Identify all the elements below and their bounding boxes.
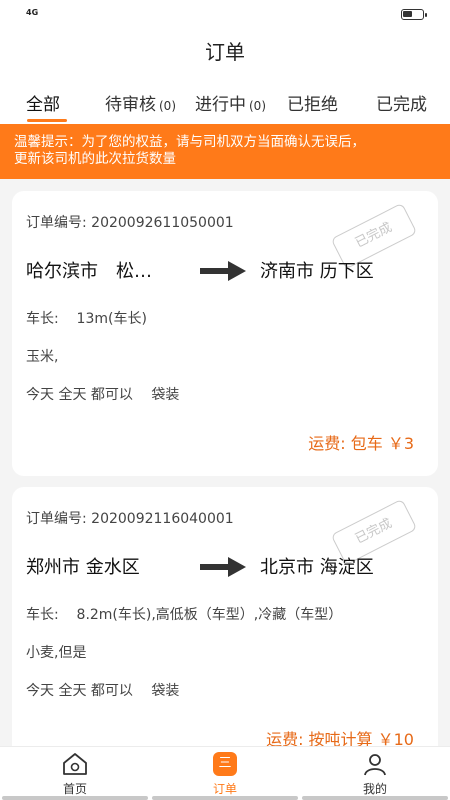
route: 郑州市 金水区 北京市 海淀区 bbox=[26, 553, 426, 579]
network-indicator: 4G bbox=[26, 8, 39, 17]
order-card[interactable]: 订单编号: 2020092116040001 已完成 郑州市 金水区 北京市 海… bbox=[12, 487, 438, 746]
user-icon bbox=[330, 752, 420, 776]
order-card[interactable]: 订单编号: 2020092611050001 已完成 哈尔滨市 松… 济南市 历… bbox=[12, 191, 438, 476]
nav-home[interactable]: 首页 bbox=[30, 752, 120, 797]
order-number-label: 订单编号: bbox=[26, 215, 87, 231]
battery-icon bbox=[401, 9, 427, 20]
nav-home-label: 首页 bbox=[62, 782, 87, 796]
vehicle-length-label: 车长: bbox=[26, 607, 59, 623]
tab-label: 待审核 bbox=[105, 95, 156, 115]
vehicle-length: 车长: 13m(车长) bbox=[26, 308, 147, 328]
tab-label: 全部 bbox=[26, 95, 60, 115]
nav-mine-label: 我的 bbox=[362, 782, 387, 796]
loading-time: 今天 全天 都可以 袋装 bbox=[26, 683, 180, 699]
home-icon bbox=[30, 752, 120, 776]
tab-all[interactable]: 全部 bbox=[26, 90, 60, 115]
notice-banner: 温馨提示：为了您的权益，请与司机双方当面确认无误后， 更新该司机的此次拉货数量 bbox=[0, 124, 450, 179]
destination: 济南市 历下区 bbox=[260, 261, 374, 282]
orders-icon-wrap: 三 bbox=[180, 752, 270, 776]
vehicle-length-value: 13m(车长) bbox=[76, 311, 147, 327]
freight-fee: 运费: 按吨计算 ￥10 bbox=[266, 730, 414, 746]
goods-name: 玉米, bbox=[26, 349, 59, 365]
origin: 哈尔滨市 松… bbox=[26, 261, 152, 282]
tab-label: 已拒绝 bbox=[287, 95, 338, 115]
tab-label: 已完成 bbox=[376, 95, 427, 115]
gesture-bar bbox=[2, 796, 148, 800]
nav-orders[interactable]: 三 订单 bbox=[180, 752, 270, 797]
order-status-tabs: 全部 待审核 (0) 进行中 (0) 已拒绝 已完成 bbox=[0, 78, 450, 124]
gesture-bar bbox=[152, 796, 298, 800]
order-list: 订单编号: 2020092611050001 已完成 哈尔滨市 松… 济南市 历… bbox=[0, 179, 450, 746]
destination: 北京市 海淀区 bbox=[260, 557, 374, 578]
order-number: 订单编号: 2020092611050001 bbox=[26, 212, 234, 232]
status-bar: 4G bbox=[0, 0, 450, 28]
page-title: 订单 bbox=[205, 40, 245, 64]
gesture-bar bbox=[302, 796, 448, 800]
tab-label: 进行中 bbox=[195, 95, 246, 115]
order-number-label: 订单编号: bbox=[26, 511, 87, 527]
nav-orders-label: 订单 bbox=[212, 782, 237, 796]
freight-fee: 运费: 包车 ￥3 bbox=[308, 434, 414, 453]
tab-count: (0) bbox=[249, 99, 266, 113]
orders-icon: 三 bbox=[213, 752, 237, 776]
vehicle-length-value: 8.2m(车长),高低板（车型）,冷藏（车型） bbox=[76, 607, 343, 623]
notice-line: 更新该司机的此次拉货数量 bbox=[14, 151, 176, 167]
tab-in-progress[interactable]: 进行中 (0) bbox=[195, 90, 266, 115]
nav-mine[interactable]: 我的 bbox=[330, 752, 420, 797]
tab-completed[interactable]: 已完成 bbox=[376, 90, 427, 115]
tab-pending-review[interactable]: 待审核 (0) bbox=[105, 90, 176, 115]
order-number-value: 2020092611050001 bbox=[91, 215, 234, 231]
order-number: 订单编号: 2020092116040001 bbox=[26, 508, 234, 528]
arrow-right-icon bbox=[200, 261, 246, 281]
vehicle-length: 车长: 8.2m(车长),高低板（车型）,冷藏（车型） bbox=[26, 604, 342, 624]
arrow-right-icon bbox=[200, 557, 246, 577]
vehicle-length-label: 车长: bbox=[26, 311, 59, 327]
header: 订单 bbox=[0, 28, 450, 78]
active-tab-indicator bbox=[27, 119, 67, 122]
goods-name: 小麦,但是 bbox=[26, 645, 87, 661]
tab-rejected[interactable]: 已拒绝 bbox=[287, 90, 338, 115]
tab-count: (0) bbox=[159, 99, 176, 113]
origin: 郑州市 金水区 bbox=[26, 557, 140, 578]
order-number-value: 2020092116040001 bbox=[91, 511, 234, 527]
notice-line: 温馨提示：为了您的权益，请与司机双方当面确认无误后， bbox=[14, 134, 365, 150]
route: 哈尔滨市 松… 济南市 历下区 bbox=[26, 257, 426, 283]
loading-time: 今天 全天 都可以 袋装 bbox=[26, 387, 180, 403]
bottom-nav: 首页 三 订单 我的 bbox=[0, 746, 450, 800]
